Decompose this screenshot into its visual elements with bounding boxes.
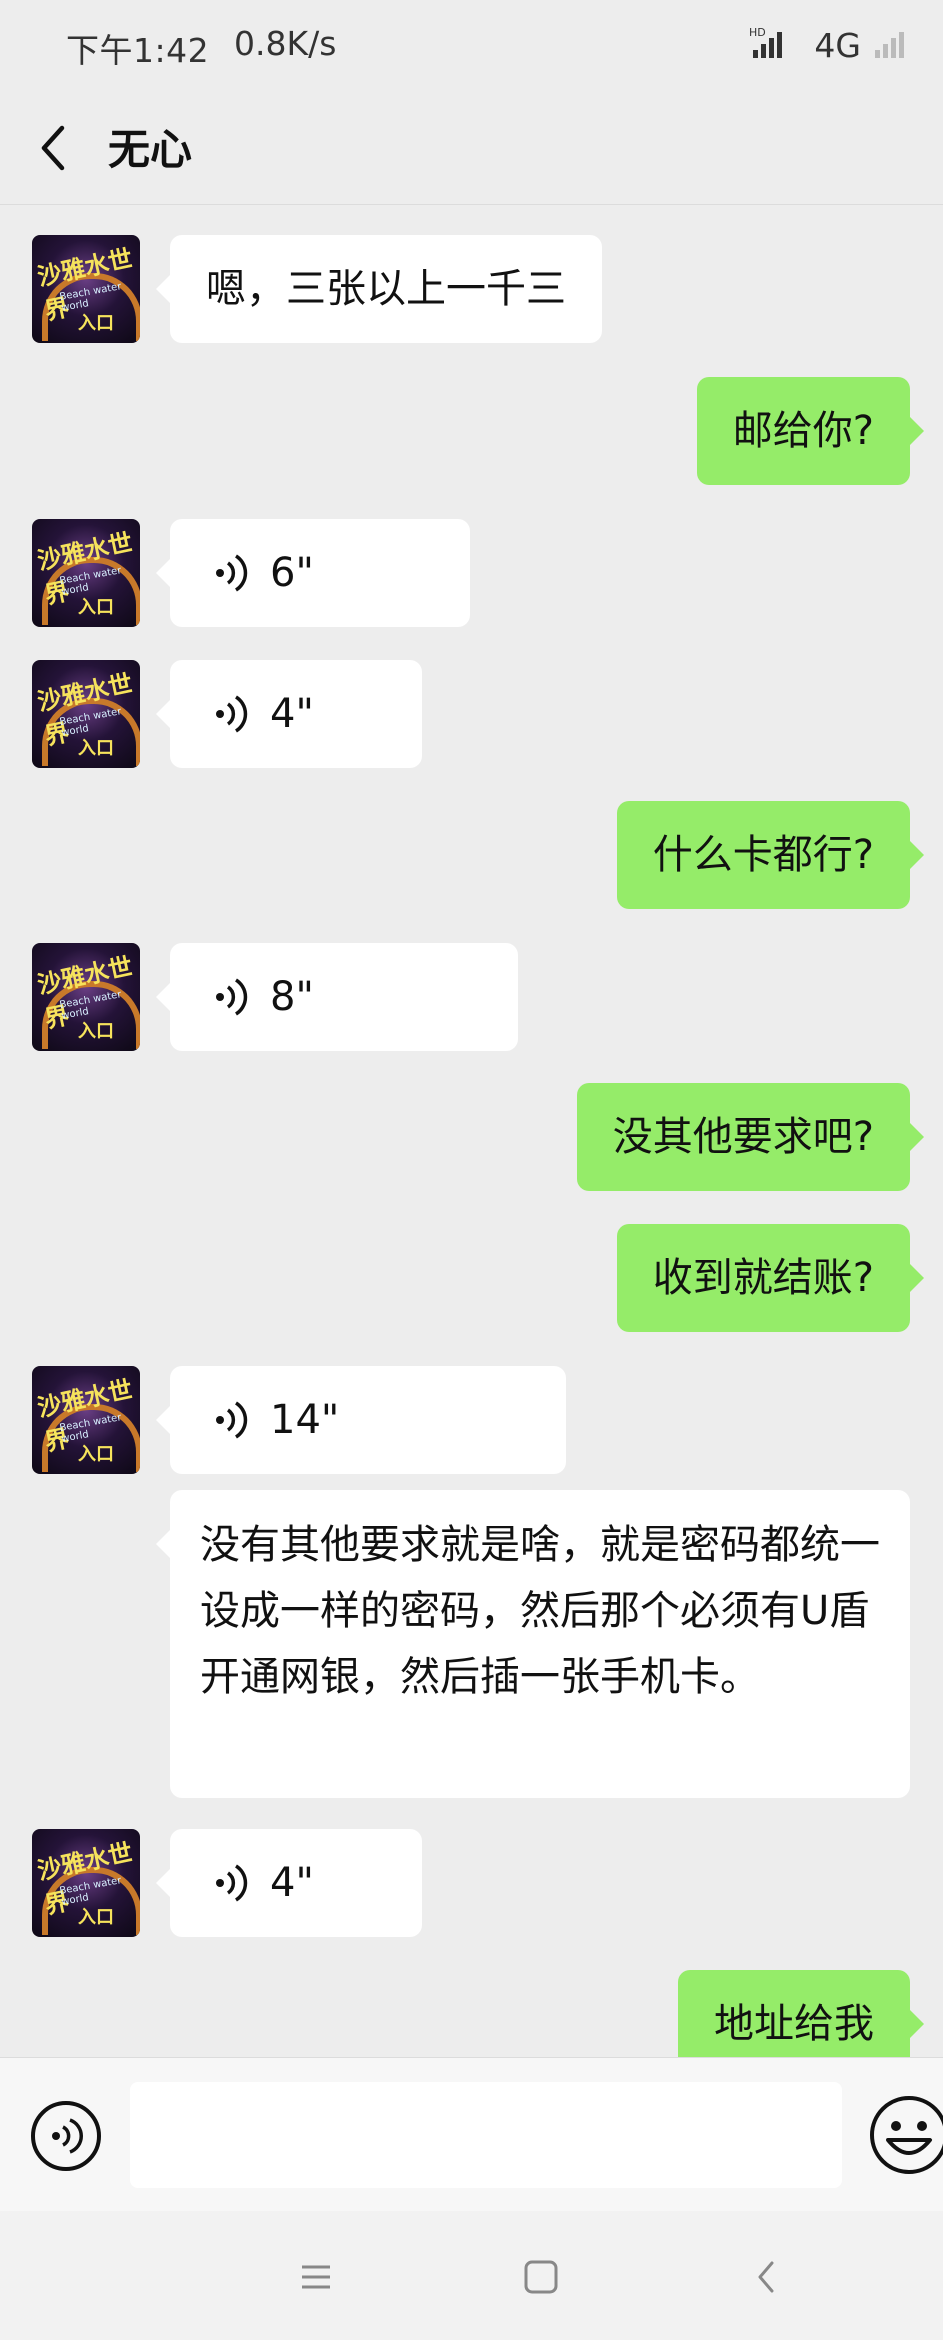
voice-wave-icon (216, 978, 248, 1016)
voice-wave-icon (216, 1401, 248, 1439)
message-bubble-right[interactable]: 没其他要求吧? (576, 1083, 925, 1191)
contact-avatar[interactable]: 沙雅水世界 Beach water world 入口 (32, 1366, 140, 1474)
message-input[interactable] (130, 2082, 842, 2188)
avatar-entrance-text: 入口 (78, 597, 114, 618)
voice-message[interactable]: 4" (156, 1829, 422, 1937)
voice-message[interactable]: 8" (156, 943, 518, 1051)
chat-title: 无心 (108, 125, 193, 174)
smiley-icon[interactable] (868, 2094, 943, 2176)
message-bubble-right[interactable]: 邮给你? (696, 377, 925, 485)
hd-label: HD (749, 26, 766, 39)
voice-wave-icon (216, 1864, 248, 1902)
avatar-entrance-text: 入口 (78, 313, 114, 334)
voice-duration: 4" (270, 691, 314, 737)
system-nav-bar (0, 2211, 943, 2340)
contact-avatar[interactable]: 沙雅水世界 Beach water world 入口 (32, 660, 140, 768)
input-bar (0, 2057, 943, 2211)
voice-message[interactable]: 4" (156, 660, 422, 768)
voice-wave-icon (216, 554, 248, 592)
message-text: 地址给我 (714, 2001, 874, 2047)
voice-message[interactable]: 14" (156, 1366, 566, 1474)
voice-duration: 14" (270, 1397, 340, 1443)
voice-duration: 4" (270, 1860, 314, 1906)
status-bar: 下午1:42 0.8K/s HD 4G (0, 0, 943, 90)
message-bubble-right[interactable]: 什么卡都行? (616, 801, 925, 909)
avatar-entrance-text: 入口 (78, 738, 114, 759)
message-text: 嗯，三张以上一千三 (206, 266, 566, 312)
avatar-entrance-text: 入口 (78, 1907, 114, 1928)
message-bubble-left[interactable]: 没有其他要求就是啥，就是密码都统一设成一样的密码，然后那个必须有U盾开通网银，然… (156, 1490, 910, 1798)
avatar-entrance-text: 入口 (78, 1021, 114, 1042)
message-text: 邮给你? (732, 408, 874, 454)
avatar-entrance-text: 入口 (78, 1444, 114, 1465)
message-list[interactable]: 沙雅水世界 Beach water world 入口 嗯，三张以上一千三 邮给你… (0, 205, 943, 2057)
status-network-speed: 0.8K/s (234, 24, 337, 63)
message-bubble-right[interactable]: 收到就结账? (616, 1224, 925, 1332)
voice-duration: 8" (270, 974, 314, 1020)
contact-avatar[interactable]: 沙雅水世界 Beach water world 入口 (32, 1829, 140, 1937)
status-network-type: 4G (814, 26, 861, 65)
contact-avatar[interactable]: 沙雅水世界 Beach water world 入口 (32, 943, 140, 1051)
contact-avatar[interactable]: 沙雅水世界 Beach water world 入口 (32, 235, 140, 343)
back-arrow-icon[interactable] (32, 118, 84, 178)
voice-duration: 6" (270, 550, 314, 596)
chat-header: 无心 (0, 90, 943, 205)
voice-input-icon[interactable] (30, 2100, 102, 2172)
message-bubble-left[interactable]: 嗯，三张以上一千三 (156, 235, 602, 343)
back-icon[interactable] (748, 2257, 788, 2297)
message-text: 没其他要求吧? (612, 1114, 874, 1160)
message-text: 什么卡都行? (652, 832, 874, 878)
message-text: 没有其他要求就是啥，就是密码都统一设成一样的密码，然后那个必须有U盾开通网银，然… (200, 1522, 880, 1700)
home-icon[interactable] (521, 2257, 561, 2297)
status-time: 下午1:42 (66, 31, 210, 70)
message-bubble-right[interactable]: 地址给我 (678, 1970, 924, 2057)
voice-message[interactable]: 6" (156, 519, 470, 627)
contact-avatar[interactable]: 沙雅水世界 Beach water world 入口 (32, 519, 140, 627)
voice-wave-icon (216, 695, 248, 733)
menu-icon[interactable] (296, 2257, 336, 2297)
message-text: 收到就结账? (652, 1255, 874, 1301)
